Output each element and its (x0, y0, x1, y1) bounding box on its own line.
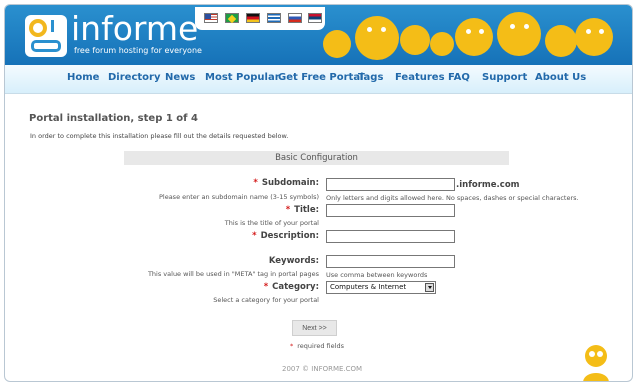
required-mark: * (263, 282, 269, 292)
browser-page-frame: informe free forum hosting for everyone (4, 4, 633, 382)
main-navigation: Home Directory News Most Popular Get Fre… (5, 65, 632, 94)
required-fields-text: required fields (297, 342, 344, 350)
greece-flag-icon[interactable] (267, 13, 281, 23)
keywords-help: This value will be used in "META" tag in… (147, 270, 319, 278)
required-mark: * (253, 178, 258, 188)
subdomain-help: Please enter an subdomain name (3-15 sym… (158, 193, 319, 201)
eye-icon (466, 29, 471, 34)
informe-logo-icon[interactable] (25, 15, 67, 57)
language-selector (195, 7, 325, 30)
logo-ring-shape (29, 19, 47, 37)
people-illustration (323, 10, 623, 65)
nav-tags-link[interactable]: Tags (358, 72, 383, 83)
eye-icon (510, 24, 515, 29)
person-icon (323, 30, 351, 58)
mascot-body-shape (583, 373, 609, 381)
russia-flag-icon[interactable] (288, 13, 302, 23)
person-icon (430, 32, 454, 56)
person-icon (400, 25, 430, 55)
keywords-label: Keywords: (268, 256, 319, 266)
category-label-text: Category: (272, 282, 319, 292)
mascot-head-shape (585, 345, 607, 367)
page-title: Portal installation, step 1 of 4 (29, 113, 198, 124)
category-help: Select a category for your portal (213, 296, 319, 304)
subdomain-label: * Subdomain: (253, 178, 319, 188)
subdomain-input[interactable] (326, 178, 455, 191)
nav-about-us-link[interactable]: About Us (535, 72, 586, 83)
nav-most-popular-link[interactable]: Most Popular (205, 72, 280, 83)
dropdown-arrow-icon[interactable] (425, 283, 434, 292)
subdomain-label-text: Subdomain: (261, 178, 319, 188)
title-label: * Title: (286, 205, 319, 215)
nav-news-link[interactable]: News (165, 72, 195, 83)
installation-intro: In order to complete this installation p… (30, 132, 289, 140)
required-mark: * (290, 342, 294, 350)
eye-icon (586, 29, 591, 34)
eye-icon (599, 29, 604, 34)
keywords-hint: Use comma between keywords (326, 271, 428, 279)
required-fields-note: * required fields (290, 342, 344, 350)
footer-copyright: 2007 © INFORME.COM (282, 365, 363, 373)
serbia-flag-icon[interactable] (308, 13, 322, 23)
required-mark: * (252, 231, 257, 241)
nav-support-link[interactable]: Support (482, 72, 527, 83)
keywords-input[interactable] (326, 255, 455, 268)
person-icon (575, 18, 613, 56)
title-input[interactable] (326, 204, 455, 217)
usa-flag-icon[interactable] (204, 13, 218, 23)
eye-icon (479, 29, 484, 34)
brazil-flag-icon[interactable] (225, 13, 239, 24)
germany-flag-icon[interactable] (246, 13, 260, 23)
nav-faq-link[interactable]: FAQ (448, 72, 470, 83)
mascot-icon (583, 345, 609, 381)
title-label-text: Title: (294, 205, 319, 215)
eye-icon (367, 27, 372, 32)
required-mark: * (285, 205, 291, 215)
installation-content: Portal installation, step 1 of 4 In orde… (5, 94, 632, 381)
next-button[interactable]: Next >> (292, 320, 337, 336)
category-selected-value: Computers & Internet (330, 283, 407, 291)
site-tagline: free forum hosting for everyone (74, 46, 202, 55)
basic-configuration-header: Basic Configuration (124, 151, 509, 165)
title-help: This is the title of your portal (224, 219, 319, 227)
description-label-text: Description: (260, 231, 319, 241)
person-icon (455, 18, 493, 56)
eye-icon (381, 27, 386, 32)
description-label: * Description: (252, 231, 319, 241)
logo-mark-shape (51, 20, 64, 32)
person-icon (355, 16, 399, 60)
site-header: informe free forum hosting for everyone (5, 5, 632, 65)
nav-features-link[interactable]: Features (395, 72, 445, 83)
mascot-eye-icon (589, 351, 595, 357)
description-input[interactable] (326, 230, 455, 243)
person-icon (545, 25, 577, 57)
eye-icon (524, 24, 529, 29)
nav-home-link[interactable]: Home (67, 72, 99, 83)
subdomain-suffix: .informe.com (456, 180, 520, 190)
category-label: * Category: (264, 282, 319, 292)
logo-mark-shape (31, 40, 61, 52)
site-logo-text[interactable]: informe (71, 9, 198, 48)
nav-directory-link[interactable]: Directory (108, 72, 160, 83)
person-icon (497, 12, 541, 56)
nav-get-free-portal-link[interactable]: Get Free Portal (278, 72, 364, 83)
category-select[interactable]: Computers & Internet (326, 281, 436, 294)
mascot-eye-icon (597, 351, 603, 357)
subdomain-hint: Only letters and digits allowed here. No… (326, 194, 579, 202)
